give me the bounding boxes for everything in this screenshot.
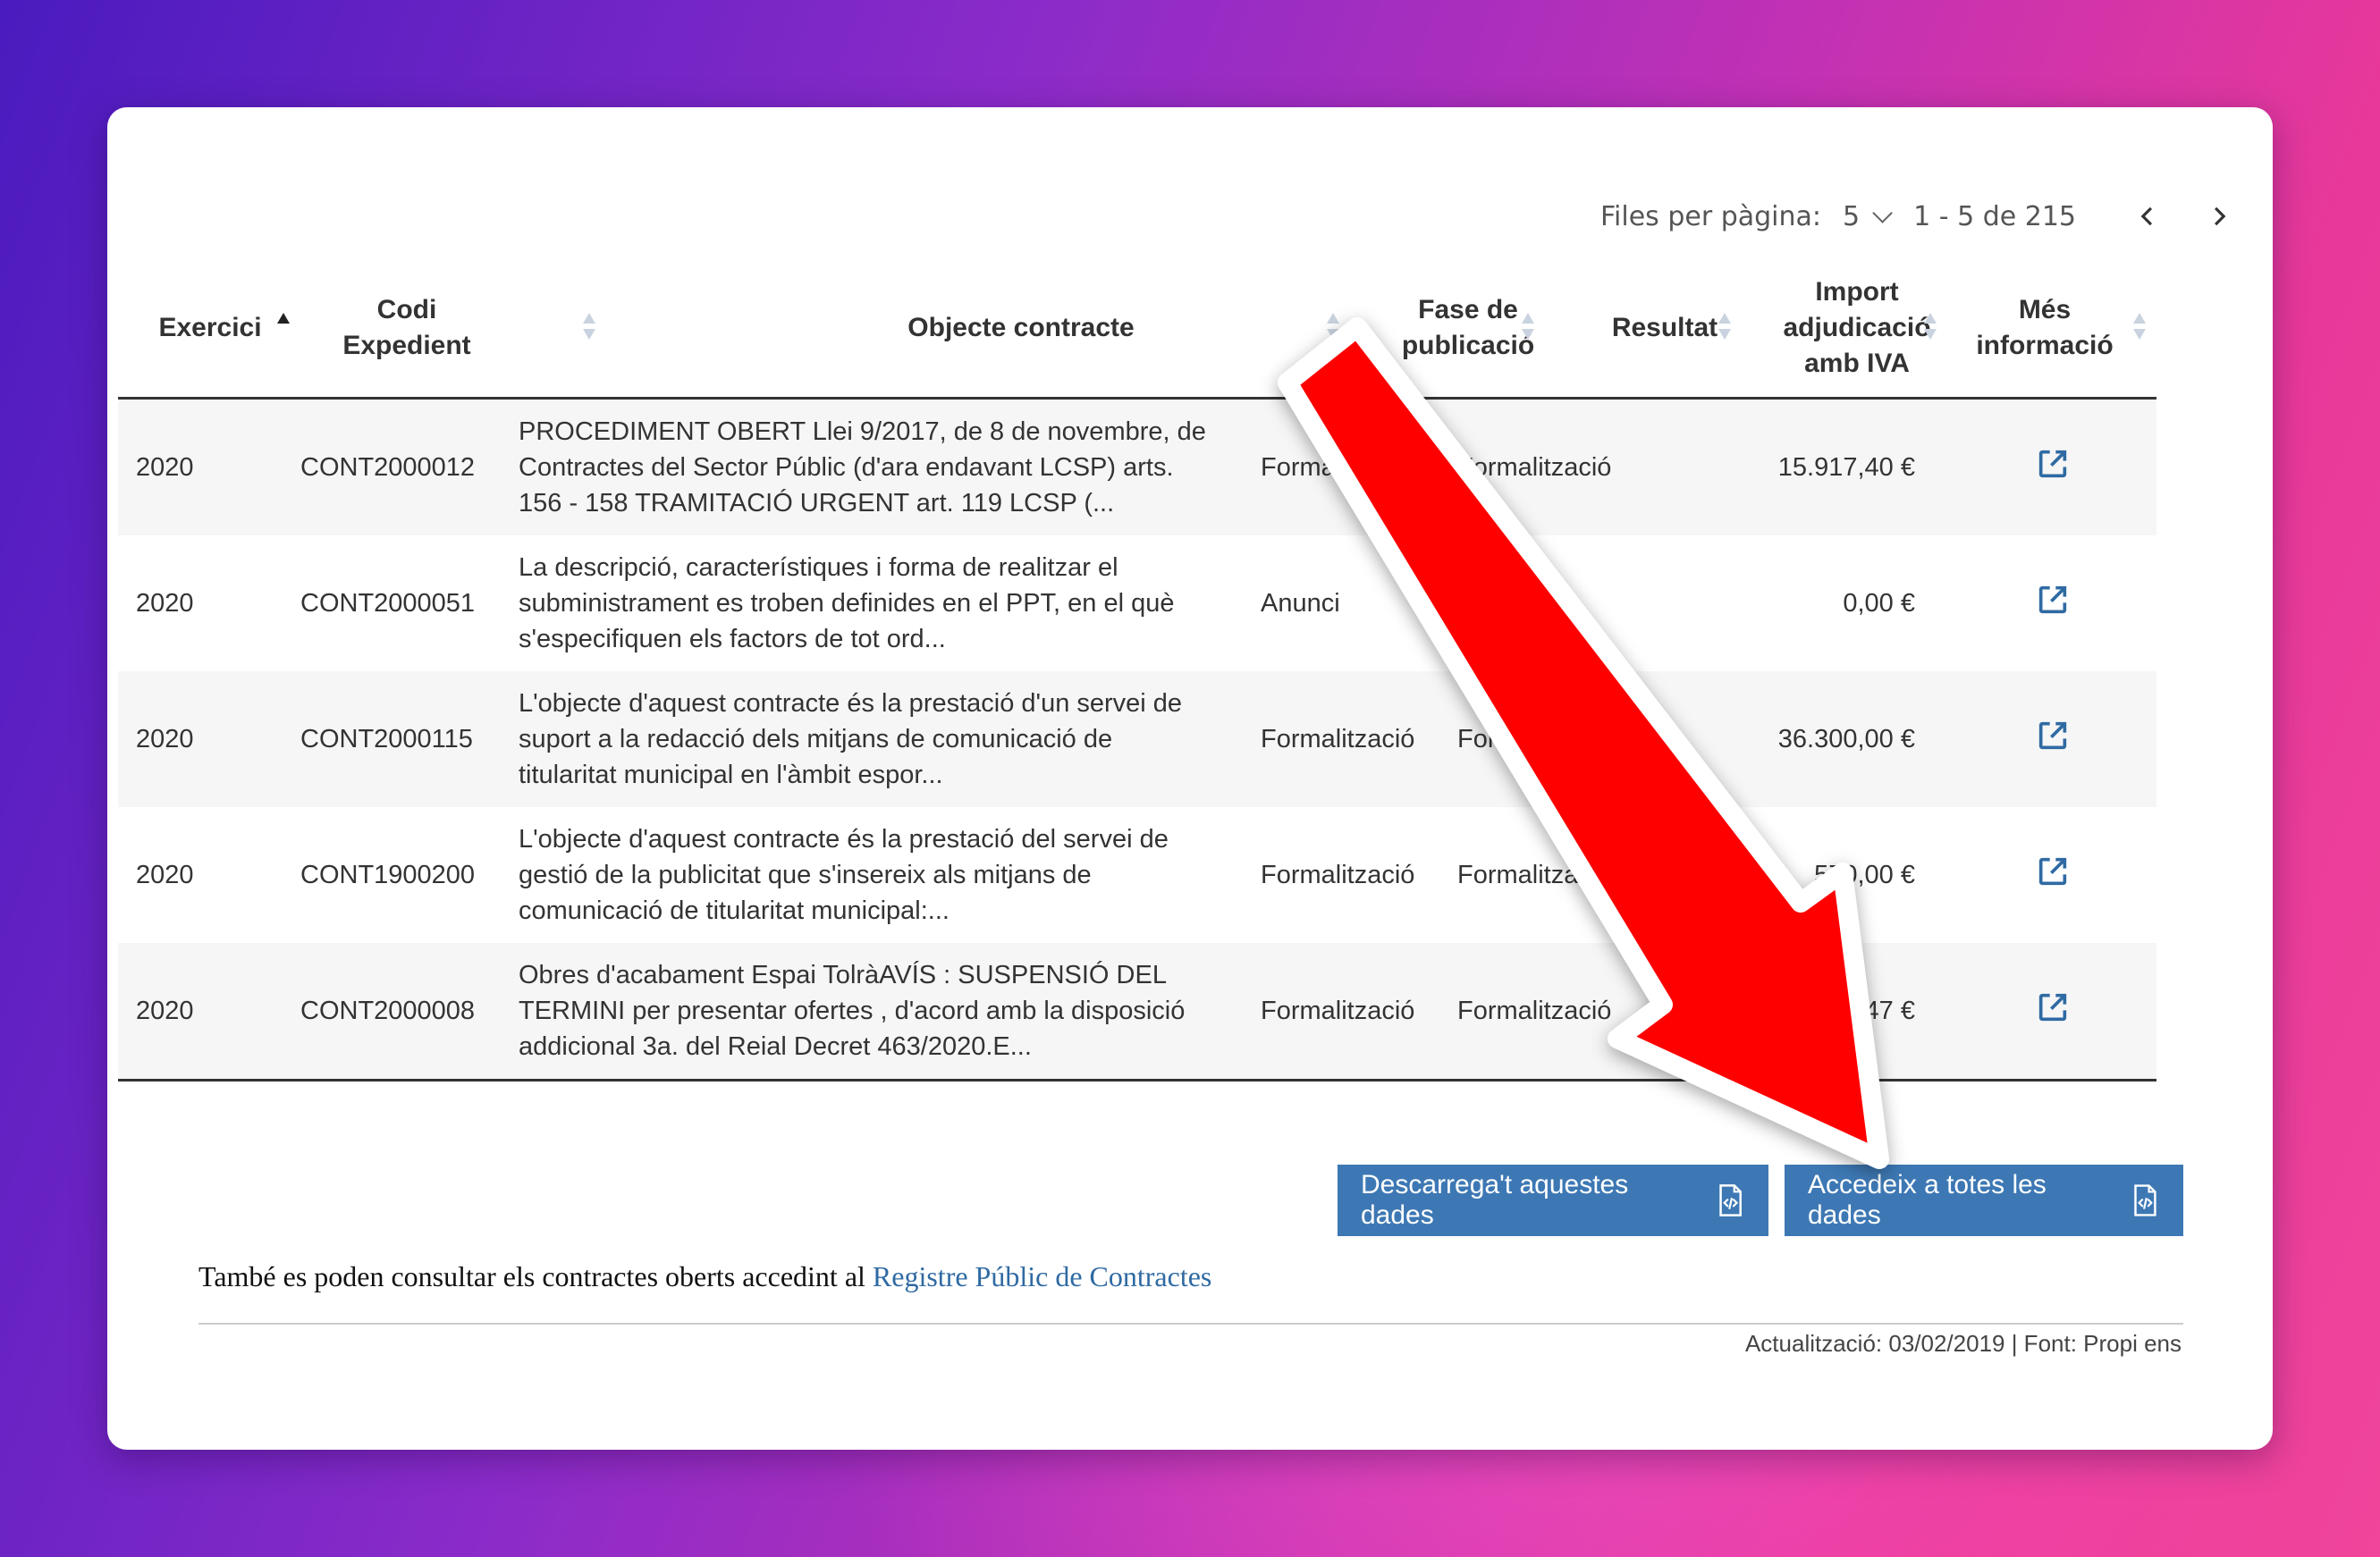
cell-codi: CONT2000051 <box>300 589 476 618</box>
table-row: 2020 CONT1900200 L'objecte d'aquest cont… <box>118 807 2156 943</box>
chevron-down-icon <box>1872 203 1893 223</box>
rows-per-page-value: 5 <box>1843 200 1861 232</box>
header-exercici[interactable]: Exercici <box>143 259 277 397</box>
external-link-icon[interactable] <box>2035 718 2071 753</box>
cell-codi: CONT1900200 <box>300 861 476 889</box>
external-link-icon[interactable] <box>2035 582 2071 618</box>
update-footer: Actualització: 03/02/2019 | Font: Propi … <box>1744 1330 2182 1357</box>
download-data-button[interactable]: Descarrega't aquestes dades <box>1338 1165 1768 1236</box>
header-resultat[interactable]: Resultat <box>1566 259 1763 397</box>
sort-icon[interactable] <box>1718 313 1731 343</box>
chevron-left-icon <box>2140 206 2153 226</box>
access-all-data-button[interactable]: Accedeix a totes les dades <box>1785 1165 2183 1236</box>
cell-objecte: L'objecte d'aquest contracte és la prest… <box>519 825 1169 925</box>
contracts-table: Exercici Codi Expedient Objecte contract… <box>118 259 2156 1081</box>
rows-per-page-label: Files per pàgina: <box>1599 200 1821 232</box>
rows-per-page-select[interactable]: 5 <box>1843 200 1893 232</box>
cell-import: 0,00 € <box>1843 589 1915 618</box>
table-row: 2020 CONT2000051 La descripció, caracter… <box>118 535 2156 671</box>
cell-exercici: 2020 <box>136 589 194 618</box>
sort-icon[interactable] <box>583 313 595 343</box>
cell-fase: Formalització <box>1261 453 1415 482</box>
cell-resultat: Desert <box>1457 589 1534 618</box>
previous-page-button[interactable] <box>2130 198 2165 234</box>
cell-resultat: Formalització <box>1457 861 1612 889</box>
cell-codi: CONT2000115 <box>300 725 473 753</box>
sort-icon[interactable] <box>1522 313 1534 343</box>
sort-icon[interactable] <box>1924 313 1937 343</box>
cell-fase: Formalització <box>1261 997 1415 1025</box>
cell-fase: Anunci <box>1261 589 1340 618</box>
cell-import: ...,47 € <box>1836 997 1915 1025</box>
code-file-icon <box>1719 1184 1742 1216</box>
cell-exercici: 2020 <box>136 861 194 889</box>
chevron-right-icon <box>2214 206 2226 226</box>
sort-asc-icon[interactable] <box>277 313 290 343</box>
cell-exercici: 2020 <box>136 725 194 753</box>
table-row: 2020 CONT2000115 L'objecte d'aquest cont… <box>118 671 2156 807</box>
table-header: Exercici Codi Expedient Objecte contract… <box>118 259 2156 400</box>
cell-import: 15.917,40 € <box>1777 453 1915 482</box>
header-mes-informacio[interactable]: Més informació <box>1969 259 2121 397</box>
external-link-icon[interactable] <box>2035 446 2071 482</box>
cell-objecte: Obres d'acabament Espai TolràAVÍS : SUSP… <box>519 961 1186 1061</box>
next-page-button[interactable] <box>2201 198 2237 234</box>
cell-resultat: Formalització <box>1457 453 1612 482</box>
code-file-icon <box>2134 1184 2156 1216</box>
pagination: Files per pàgina: 5 1 - 5 de 215 <box>1600 189 2237 243</box>
cell-codi: CONT2000008 <box>300 997 476 1025</box>
cell-import: 570,00 € <box>1814 861 1915 889</box>
divider <box>198 1323 2183 1325</box>
cell-resultat: Formalització <box>1457 997 1612 1025</box>
cell-import: 36.300,00 € <box>1777 725 1915 753</box>
cell-objecte: La descripció, característiques i forma … <box>519 553 1175 653</box>
sort-icon[interactable] <box>1327 313 1339 343</box>
external-link-icon[interactable] <box>2035 854 2071 889</box>
cell-fase: Formalització <box>1261 725 1415 753</box>
registry-note: També es poden consultar els contractes … <box>198 1260 1212 1292</box>
cell-resultat: Formalització <box>1457 725 1612 753</box>
cell-exercici: 2020 <box>136 997 194 1025</box>
cell-fase: Formalització <box>1261 861 1415 889</box>
header-objecte-contracte[interactable]: Objecte contracte <box>619 259 1423 397</box>
header-codi-expedient[interactable]: Codi Expedient <box>313 259 501 397</box>
registry-link[interactable]: Registre Públic de Contractes <box>873 1260 1211 1292</box>
cell-objecte: PROCEDIMENT OBERT Llei 9/2017, de 8 de n… <box>519 417 1206 518</box>
header-fase-publicacio[interactable]: Fase de publicació <box>1370 259 1566 397</box>
page-range: 1 - 5 de 215 <box>1913 200 2076 232</box>
header-import[interactable]: Import adjudicació amb IVA <box>1763 259 1951 397</box>
cell-codi: CONT2000012 <box>300 453 476 482</box>
cell-objecte: L'objecte d'aquest contracte és la prest… <box>519 689 1183 789</box>
table-row: 2020 CONT2000012 PROCEDIMENT OBERT Llei … <box>118 400 2156 535</box>
cell-exercici: 2020 <box>136 453 194 482</box>
table-row: 2020 CONT2000008 Obres d'acabament Espai… <box>118 943 2156 1081</box>
sort-icon[interactable] <box>2133 313 2146 343</box>
external-link-icon[interactable] <box>2035 989 2071 1025</box>
